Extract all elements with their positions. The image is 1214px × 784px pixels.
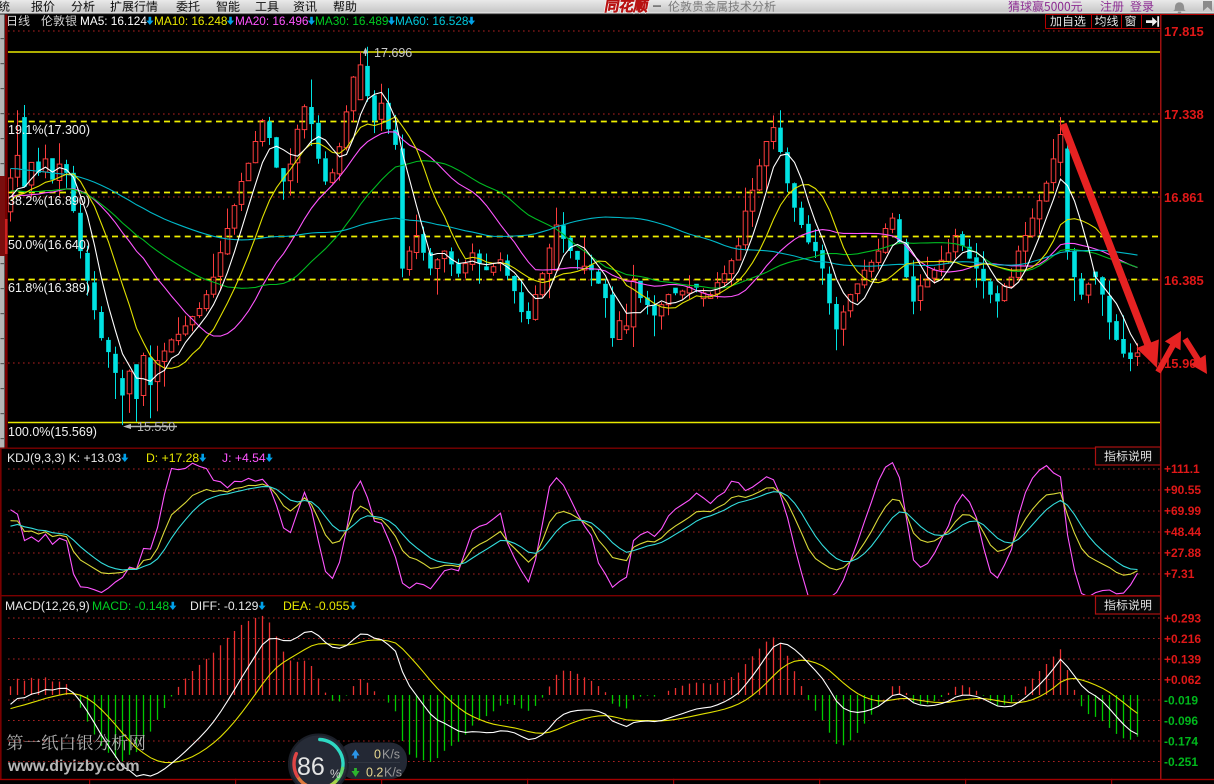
svg-text:86: 86: [297, 753, 325, 781]
svg-text:KDJ(9,3,3) K: +13.03: KDJ(9,3,3) K: +13.03: [7, 451, 121, 465]
svg-text:0: 0: [374, 748, 381, 762]
svg-text:-0.019: -0.019: [1164, 694, 1198, 708]
svg-text:19.1%(17.300): 19.1%(17.300): [8, 123, 90, 137]
svg-text:DEA: -0.055: DEA: -0.055: [283, 599, 350, 613]
svg-text:16.861: 16.861: [1164, 190, 1204, 205]
svg-text:www.diyizby.com: www.diyizby.com: [7, 758, 140, 775]
svg-text:+0.293: +0.293: [1164, 612, 1201, 626]
svg-text:-0.174: -0.174: [1164, 735, 1198, 749]
svg-text:+7.31: +7.31: [1164, 567, 1195, 581]
svg-text:+48.44: +48.44: [1164, 525, 1201, 539]
svg-text:0.2: 0.2: [366, 766, 383, 780]
svg-text:K/s: K/s: [382, 748, 400, 762]
svg-text:%: %: [330, 767, 341, 781]
svg-text:K/s: K/s: [384, 766, 402, 780]
svg-text:+90.55: +90.55: [1164, 483, 1201, 497]
svg-text:+0.139: +0.139: [1164, 653, 1201, 667]
svg-text:MA5: 16.124: MA5: 16.124: [80, 14, 147, 28]
svg-text:17.815: 17.815: [1164, 24, 1204, 39]
svg-text:+0.062: +0.062: [1164, 673, 1201, 687]
svg-text:MACD: -0.148: MACD: -0.148: [92, 599, 169, 613]
svg-text:MA60: 16.528: MA60: 16.528: [395, 14, 469, 28]
svg-text:MA20: 16.496: MA20: 16.496: [235, 14, 309, 28]
svg-text:17.696: 17.696: [374, 46, 412, 60]
svg-text:17.338: 17.338: [1164, 107, 1204, 122]
svg-text:D: +17.28: D: +17.28: [146, 451, 199, 465]
svg-text:61.8%(16.389): 61.8%(16.389): [8, 281, 90, 295]
svg-text:MACD(12,26,9): MACD(12,26,9): [5, 599, 90, 613]
svg-text:J: +4.54: J: +4.54: [222, 451, 266, 465]
svg-text:38.2%(16.890): 38.2%(16.890): [8, 194, 90, 208]
svg-text:+69.99: +69.99: [1164, 504, 1201, 518]
svg-text:MA30: 16.489: MA30: 16.489: [315, 14, 388, 28]
svg-text:+0.216: +0.216: [1164, 632, 1201, 646]
svg-text:DIFF: -0.129: DIFF: -0.129: [190, 599, 259, 613]
svg-text:100.0%(15.569): 100.0%(15.569): [8, 425, 97, 439]
svg-text:-0.096: -0.096: [1164, 714, 1198, 728]
svg-text:-0.251: -0.251: [1164, 755, 1198, 769]
svg-text:16.385: 16.385: [1164, 273, 1204, 288]
svg-text:+111.1: +111.1: [1164, 462, 1200, 476]
svg-text:MA10: 16.248: MA10: 16.248: [154, 14, 228, 28]
svg-text:+27.88: +27.88: [1164, 546, 1201, 560]
svg-text:50.0%(16.640): 50.0%(16.640): [8, 238, 90, 252]
